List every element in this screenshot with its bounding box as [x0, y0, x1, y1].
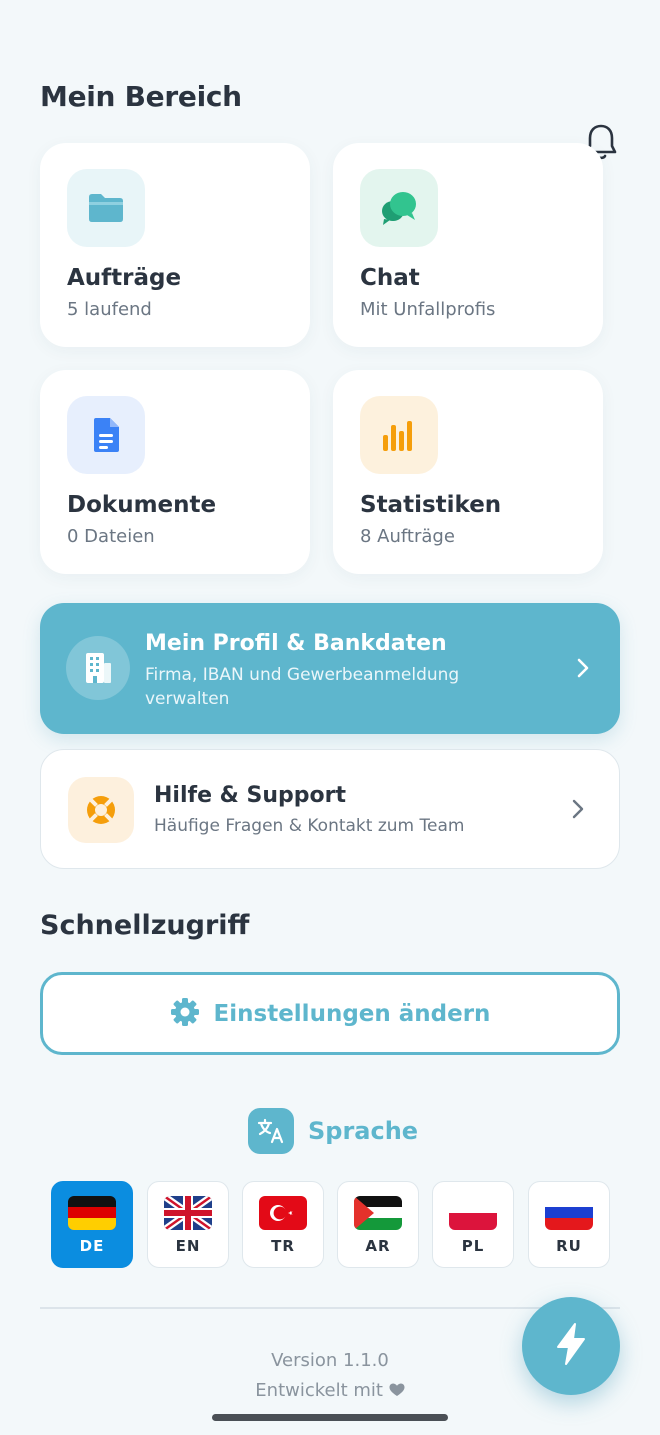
lightning-bolt-icon [554, 1322, 588, 1370]
profile-subtitle: Firma, IBAN und Gewerbeanmeldung verwalt… [145, 665, 460, 709]
profile-title: Mein Profil & Bankdaten [145, 631, 447, 656]
language-option-ar[interactable]: AR [337, 1181, 419, 1268]
footer-divider [40, 1307, 620, 1309]
language-option-ru[interactable]: RU [528, 1181, 610, 1268]
heart-icon [389, 1380, 405, 1401]
language-title: Sprache [308, 1117, 419, 1145]
language-option-pl[interactable]: PL [432, 1181, 514, 1268]
language-option-tr[interactable]: TR [242, 1181, 324, 1268]
uk-flag-icon [164, 1196, 212, 1230]
home-indicator[interactable] [212, 1414, 448, 1421]
language-code: TR [271, 1237, 295, 1255]
orders-card[interactable]: Aufträge 5 laufend [40, 143, 310, 347]
chevron-right-icon [571, 798, 585, 824]
language-code: RU [556, 1237, 582, 1255]
chat-bubbles-icon [360, 169, 438, 247]
orders-card-subtitle: 5 laufend [67, 299, 152, 320]
support-title: Hilfe & Support [154, 783, 346, 808]
building-icon [66, 636, 130, 700]
language-code: AR [365, 1237, 391, 1255]
quick-action-fab[interactable] [522, 1297, 620, 1395]
documents-card-title: Dokumente [67, 492, 217, 518]
statistics-card-title: Statistiken [360, 492, 502, 518]
gear-icon [170, 997, 200, 1031]
profile-bankdata-button[interactable]: Mein Profil & Bankdaten Firma, IBAN und … [40, 603, 620, 734]
language-code: PL [461, 1237, 485, 1255]
language-code: EN [175, 1237, 201, 1255]
help-support-button[interactable]: Hilfe & Support Häufige Fragen & Kontakt… [40, 749, 620, 869]
language-header: Sprache [248, 1108, 418, 1154]
orders-card-title: Aufträge [67, 265, 182, 291]
chat-card[interactable]: Chat Mit Unfallprofis [333, 143, 603, 347]
document-icon [67, 396, 145, 474]
germany-flag-icon [68, 1196, 116, 1230]
change-settings-label: Einstellungen ändern [213, 1000, 491, 1027]
documents-card-subtitle: 0 Dateien [67, 526, 155, 547]
chat-card-title: Chat [360, 265, 420, 291]
bar-chart-icon [360, 396, 438, 474]
turkey-flag-icon [259, 1196, 307, 1230]
change-settings-button[interactable]: Einstellungen ändern [40, 972, 620, 1055]
page-title: Mein Bereich [40, 80, 242, 113]
translate-icon [248, 1108, 294, 1154]
quick-access-title: Schnellzugriff [40, 910, 250, 941]
language-option-en[interactable]: EN [147, 1181, 229, 1268]
chat-card-subtitle: Mit Unfallprofis [360, 299, 496, 320]
poland-flag-icon [449, 1196, 497, 1230]
arabic-flag-icon [354, 1196, 402, 1230]
russia-flag-icon [545, 1196, 593, 1230]
language-code: DE [79, 1237, 105, 1255]
lifebuoy-icon [68, 777, 134, 843]
statistics-card[interactable]: Statistiken 8 Aufträge [333, 370, 603, 574]
statistics-card-subtitle: 8 Aufträge [360, 526, 455, 547]
chevron-right-icon [576, 657, 590, 683]
support-subtitle: Häufige Fragen & Kontakt zum Team [154, 816, 465, 836]
language-option-de[interactable]: DE [51, 1181, 133, 1268]
folder-icon [67, 169, 145, 247]
made-with-text: Entwickelt mit [255, 1380, 383, 1401]
documents-card[interactable]: Dokumente 0 Dateien [40, 370, 310, 574]
